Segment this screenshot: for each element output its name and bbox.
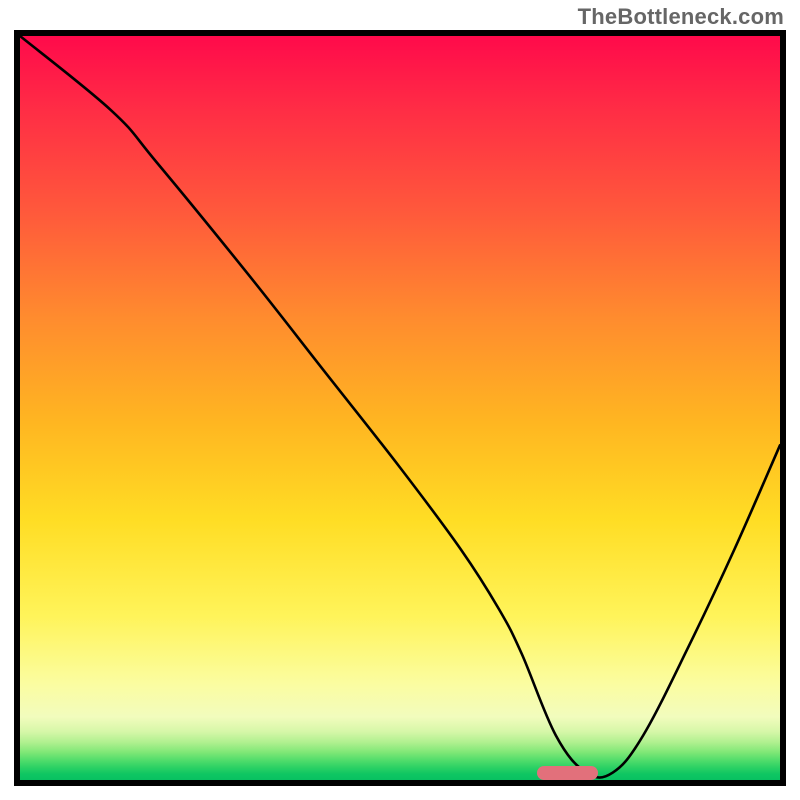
chart-frame: TheBottleneck.com xyxy=(0,0,800,800)
plot-area xyxy=(14,30,786,786)
watermark-text: TheBottleneck.com xyxy=(578,4,784,30)
plot-border xyxy=(14,30,786,786)
